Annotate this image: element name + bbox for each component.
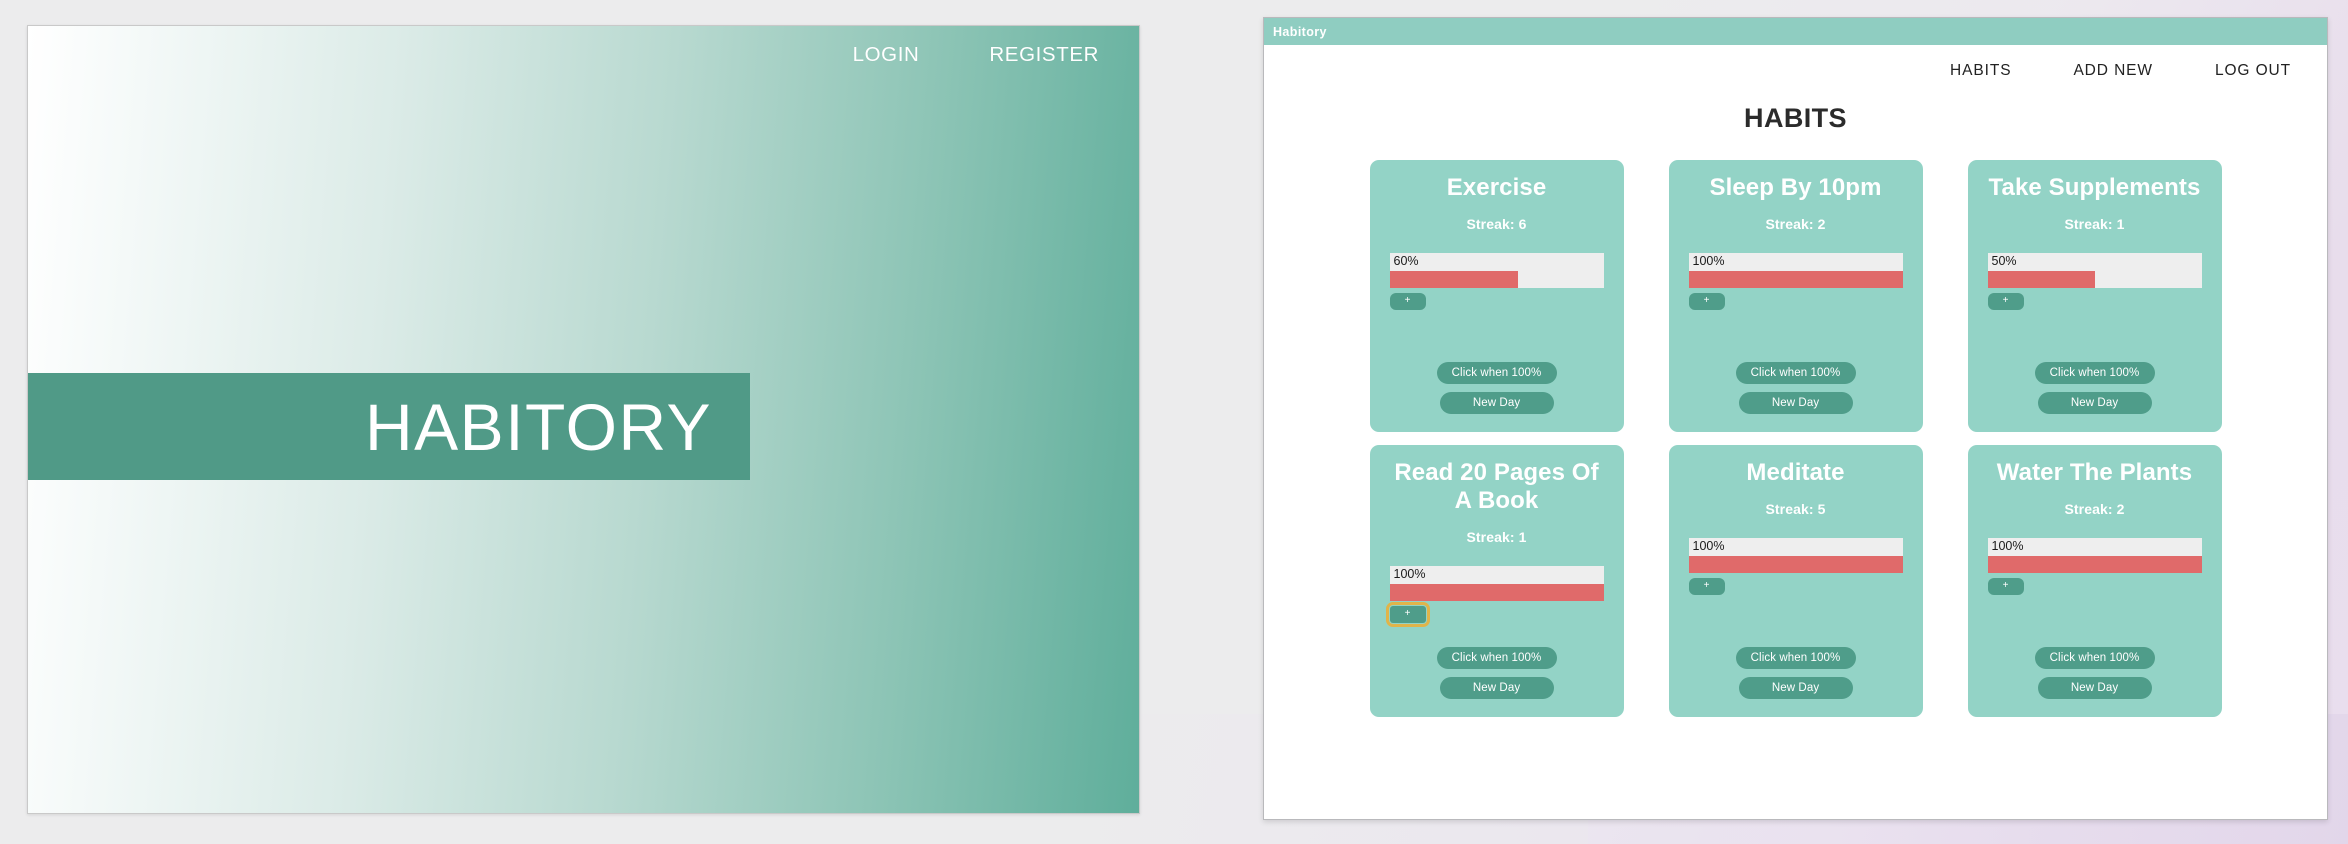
habit-card: Sleep By 10pm Streak: 2 100% + Click when 10… xyxy=(1668,160,1923,432)
progress-track: 50% xyxy=(1987,252,2202,288)
new-day-button[interactable]: New Day xyxy=(1738,677,1853,699)
progress-percent-label: 50% xyxy=(1991,253,2017,268)
progress-track: 100% xyxy=(1688,252,1903,288)
habits-app-window: Habitory HABITS ADD NEW LOG OUT HABITS E… xyxy=(1263,17,2328,820)
habit-progress: 100% + xyxy=(1987,537,2202,595)
habit-title: Read 20 Pages Of A Book xyxy=(1394,459,1599,514)
landing-page-window: LOGIN REGISTER HABITORY xyxy=(27,25,1140,814)
login-link[interactable]: LOGIN xyxy=(853,43,920,67)
habit-streak: Streak: 2 xyxy=(1765,215,1826,232)
habit-title: Water The Plants xyxy=(1996,459,2193,486)
habit-card: Water The Plants Streak: 2 100% + Click when… xyxy=(1967,445,2222,717)
habit-card: Exercise Streak: 6 60% + Click when 100% New … xyxy=(1369,160,1624,432)
habit-title: Take Supplements xyxy=(1988,174,2201,201)
increment-progress-button[interactable]: + xyxy=(1987,577,2024,595)
habit-progress: 60% + xyxy=(1389,252,1604,310)
click-when-100-button[interactable]: Click when 100% xyxy=(1735,362,1856,384)
habits-page-heading: HABITS xyxy=(1744,103,1847,133)
habit-progress: 50% + xyxy=(1987,252,2202,310)
habit-title: Exercise xyxy=(1446,174,1547,201)
progress-track: 100% xyxy=(1688,537,1903,573)
nav-add-new[interactable]: ADD NEW xyxy=(2073,62,2153,80)
habit-card: Read 20 Pages Of A Book Streak: 1 100% + Cli… xyxy=(1369,445,1624,717)
progress-fill xyxy=(1389,583,1604,601)
progress-fill xyxy=(1987,270,2095,288)
app-nav: HABITS ADD NEW LOG OUT xyxy=(1264,45,2327,97)
new-day-button[interactable]: New Day xyxy=(1439,677,1554,699)
habit-streak: Streak: 1 xyxy=(2064,215,2125,232)
habit-streak: Streak: 5 xyxy=(1765,500,1826,517)
habit-card: Meditate Streak: 5 100% + Click when 100% New… xyxy=(1668,445,1923,717)
habit-streak: Streak: 6 xyxy=(1466,215,1527,232)
increment-progress-button[interactable]: + xyxy=(1389,292,1426,310)
habit-progress: 100% + xyxy=(1688,537,1903,595)
click-when-100-button[interactable]: Click when 100% xyxy=(2034,362,2155,384)
nav-log-out[interactable]: LOG OUT xyxy=(2215,62,2291,80)
progress-percent-label: 100% xyxy=(1692,253,1725,268)
new-day-button[interactable]: New Day xyxy=(1738,392,1853,414)
progress-track: 100% xyxy=(1389,565,1604,601)
habit-title: Sleep By 10pm xyxy=(1709,174,1882,201)
window-titlebar: Habitory xyxy=(1264,18,2327,45)
page-title: HABITORY xyxy=(365,389,712,464)
progress-fill xyxy=(1688,270,1903,288)
habit-card-actions: Click when 100% New Day xyxy=(1689,647,1903,699)
click-when-100-button[interactable]: Click when 100% xyxy=(2034,647,2155,669)
increment-progress-button[interactable]: + xyxy=(1385,601,1430,627)
habits-grid: Exercise Streak: 6 60% + Click when 100% New … xyxy=(1369,160,2222,717)
habit-card-actions: Click when 100% New Day xyxy=(1390,647,1604,699)
click-when-100-button[interactable]: Click when 100% xyxy=(1735,647,1856,669)
progress-percent-label: 100% xyxy=(1991,538,2024,553)
progress-percent-label: 100% xyxy=(1692,538,1725,553)
habit-title: Meditate xyxy=(1746,459,1845,486)
progress-fill xyxy=(1389,270,1518,288)
hero-band: HABITORY xyxy=(28,373,750,480)
increment-progress-button[interactable]: + xyxy=(1688,577,1725,595)
progress-track: 100% xyxy=(1987,537,2202,573)
new-day-button[interactable]: New Day xyxy=(2037,392,2152,414)
new-day-button[interactable]: New Day xyxy=(2037,677,2152,699)
habit-streak: Streak: 2 xyxy=(2064,500,2125,517)
habit-card-actions: Click when 100% New Day xyxy=(1988,362,2202,414)
progress-track: 60% xyxy=(1389,252,1604,288)
new-day-button[interactable]: New Day xyxy=(1439,392,1554,414)
nav-habits[interactable]: HABITS xyxy=(1950,62,2011,80)
app-content: HABITS ADD NEW LOG OUT HABITS Exercise St… xyxy=(1264,45,2327,819)
landing-nav: LOGIN REGISTER xyxy=(853,43,1099,67)
window-title: Habitory xyxy=(1273,24,1327,39)
habit-progress: 100% + xyxy=(1688,252,1903,310)
click-when-100-button[interactable]: Click when 100% xyxy=(1436,647,1557,669)
habit-card-actions: Click when 100% New Day xyxy=(1689,362,1903,414)
click-when-100-button[interactable]: Click when 100% xyxy=(1436,362,1557,384)
increment-progress-button[interactable]: + xyxy=(1688,292,1725,310)
habit-progress: 100% + xyxy=(1385,565,1604,627)
progress-fill xyxy=(1688,555,1903,573)
increment-progress-button[interactable]: + xyxy=(1987,292,2024,310)
progress-percent-label: 60% xyxy=(1393,253,1419,268)
habit-card: Take Supplements Streak: 1 50% + Click when … xyxy=(1967,160,2222,432)
progress-fill xyxy=(1987,555,2202,573)
progress-percent-label: 100% xyxy=(1393,566,1426,581)
register-link[interactable]: REGISTER xyxy=(989,43,1099,67)
habit-streak: Streak: 1 xyxy=(1466,528,1527,545)
habit-card-actions: Click when 100% New Day xyxy=(1390,362,1604,414)
habit-card-actions: Click when 100% New Day xyxy=(1988,647,2202,699)
